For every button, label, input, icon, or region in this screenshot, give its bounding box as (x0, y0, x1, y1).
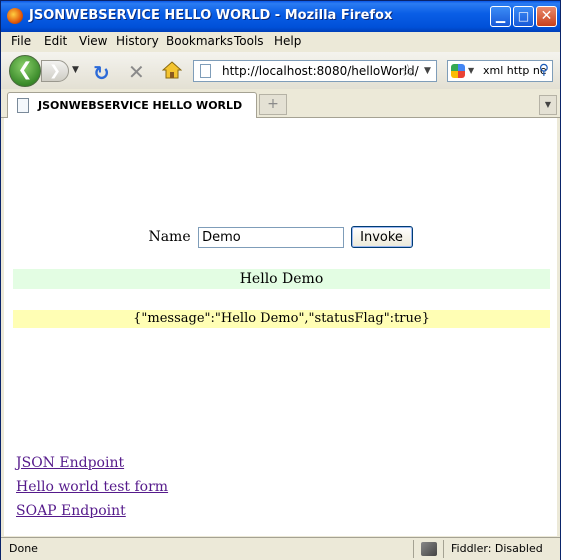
invoke-button[interactable]: Invoke (350, 226, 413, 248)
tab-strip: JSONWEBSERVICE HELLO WORLD + ▼ (1, 89, 560, 118)
status-text: Done (9, 542, 38, 555)
status-bar: Done Fiddler: Disabled (1, 537, 560, 560)
back-button[interactable]: ❮ (9, 55, 41, 87)
close-button[interactable]: ✕ (536, 6, 557, 27)
fiddler-icon[interactable] (421, 542, 437, 556)
browser-window: JSONWEBSERVICE HELLO WORLD - Mozilla Fir… (0, 0, 561, 560)
tab-list-button[interactable]: ▼ (539, 95, 557, 115)
title-bar[interactable]: JSONWEBSERVICE HELLO WORLD - Mozilla Fir… (1, 1, 560, 32)
search-engine-dropdown-icon[interactable]: ▼ (468, 66, 474, 75)
status-divider (443, 540, 444, 558)
minimize-button[interactable]: ▁ (490, 6, 511, 27)
tab-active[interactable]: JSONWEBSERVICE HELLO WORLD (7, 92, 257, 118)
new-tab-button[interactable]: + (259, 94, 287, 115)
bookmark-star-icon[interactable]: ☆ (400, 61, 415, 81)
soap-endpoint-link[interactable]: SOAP Endpoint (16, 503, 168, 520)
menu-bookmarks[interactable]: Bookmarks (166, 34, 233, 48)
forward-button[interactable]: ❯ (41, 60, 69, 82)
page-icon (200, 64, 211, 78)
hello-world-test-form-link[interactable]: Hello world test form (16, 479, 168, 496)
history-dropdown-icon[interactable]: ▼ (72, 65, 79, 75)
endpoint-links: JSON Endpoint Hello world test form SOAP… (16, 455, 168, 527)
json-endpoint-link[interactable]: JSON Endpoint (16, 455, 168, 472)
hello-result: Hello Demo (13, 269, 550, 289)
reload-button[interactable]: ↻ (93, 61, 110, 85)
status-divider (413, 540, 414, 558)
json-result: {"message":"Hello Demo","statusFlag":tru… (13, 310, 550, 328)
maximize-button[interactable]: □ (513, 6, 534, 27)
stop-button[interactable]: ✕ (128, 60, 145, 84)
url-dropdown-icon[interactable]: ▼ (424, 66, 431, 76)
menu-edit[interactable]: Edit (44, 34, 67, 48)
search-bar[interactable]: ▼ xml http ne ⚲ (447, 60, 553, 82)
menu-history[interactable]: History (116, 34, 159, 48)
invoke-form: Name Invoke (4, 226, 557, 248)
search-icon[interactable]: ⚲ (539, 62, 549, 78)
home-icon[interactable] (162, 60, 182, 80)
menu-file[interactable]: File (11, 34, 31, 48)
search-input[interactable]: xml http ne (483, 64, 547, 77)
name-label: Name (148, 229, 191, 245)
name-input[interactable] (198, 226, 345, 248)
fiddler-status[interactable]: Fiddler: Disabled (451, 542, 543, 555)
url-bar[interactable]: http://localhost:8080/helloWorld/ ☆ ▼ (193, 60, 437, 82)
navigation-toolbar: ❮ ❯ ▼ ↻ ✕ http://localhost:8080/helloWor… (1, 52, 560, 90)
menu-help[interactable]: Help (274, 34, 301, 48)
page-icon (17, 98, 29, 113)
menu-tools[interactable]: Tools (234, 34, 264, 48)
url-text[interactable]: http://localhost:8080/helloWorld/ (222, 64, 419, 78)
google-icon[interactable] (451, 64, 465, 78)
menu-view[interactable]: View (79, 34, 107, 48)
firefox-icon (7, 8, 23, 24)
menu-bar: File Edit View History Bookmarks Tools H… (1, 32, 560, 52)
window-title: JSONWEBSERVICE HELLO WORLD - Mozilla Fir… (29, 8, 393, 23)
tab-label: JSONWEBSERVICE HELLO WORLD (38, 99, 243, 112)
page-content: Name Invoke Hello Demo {"message":"Hello… (4, 118, 557, 536)
